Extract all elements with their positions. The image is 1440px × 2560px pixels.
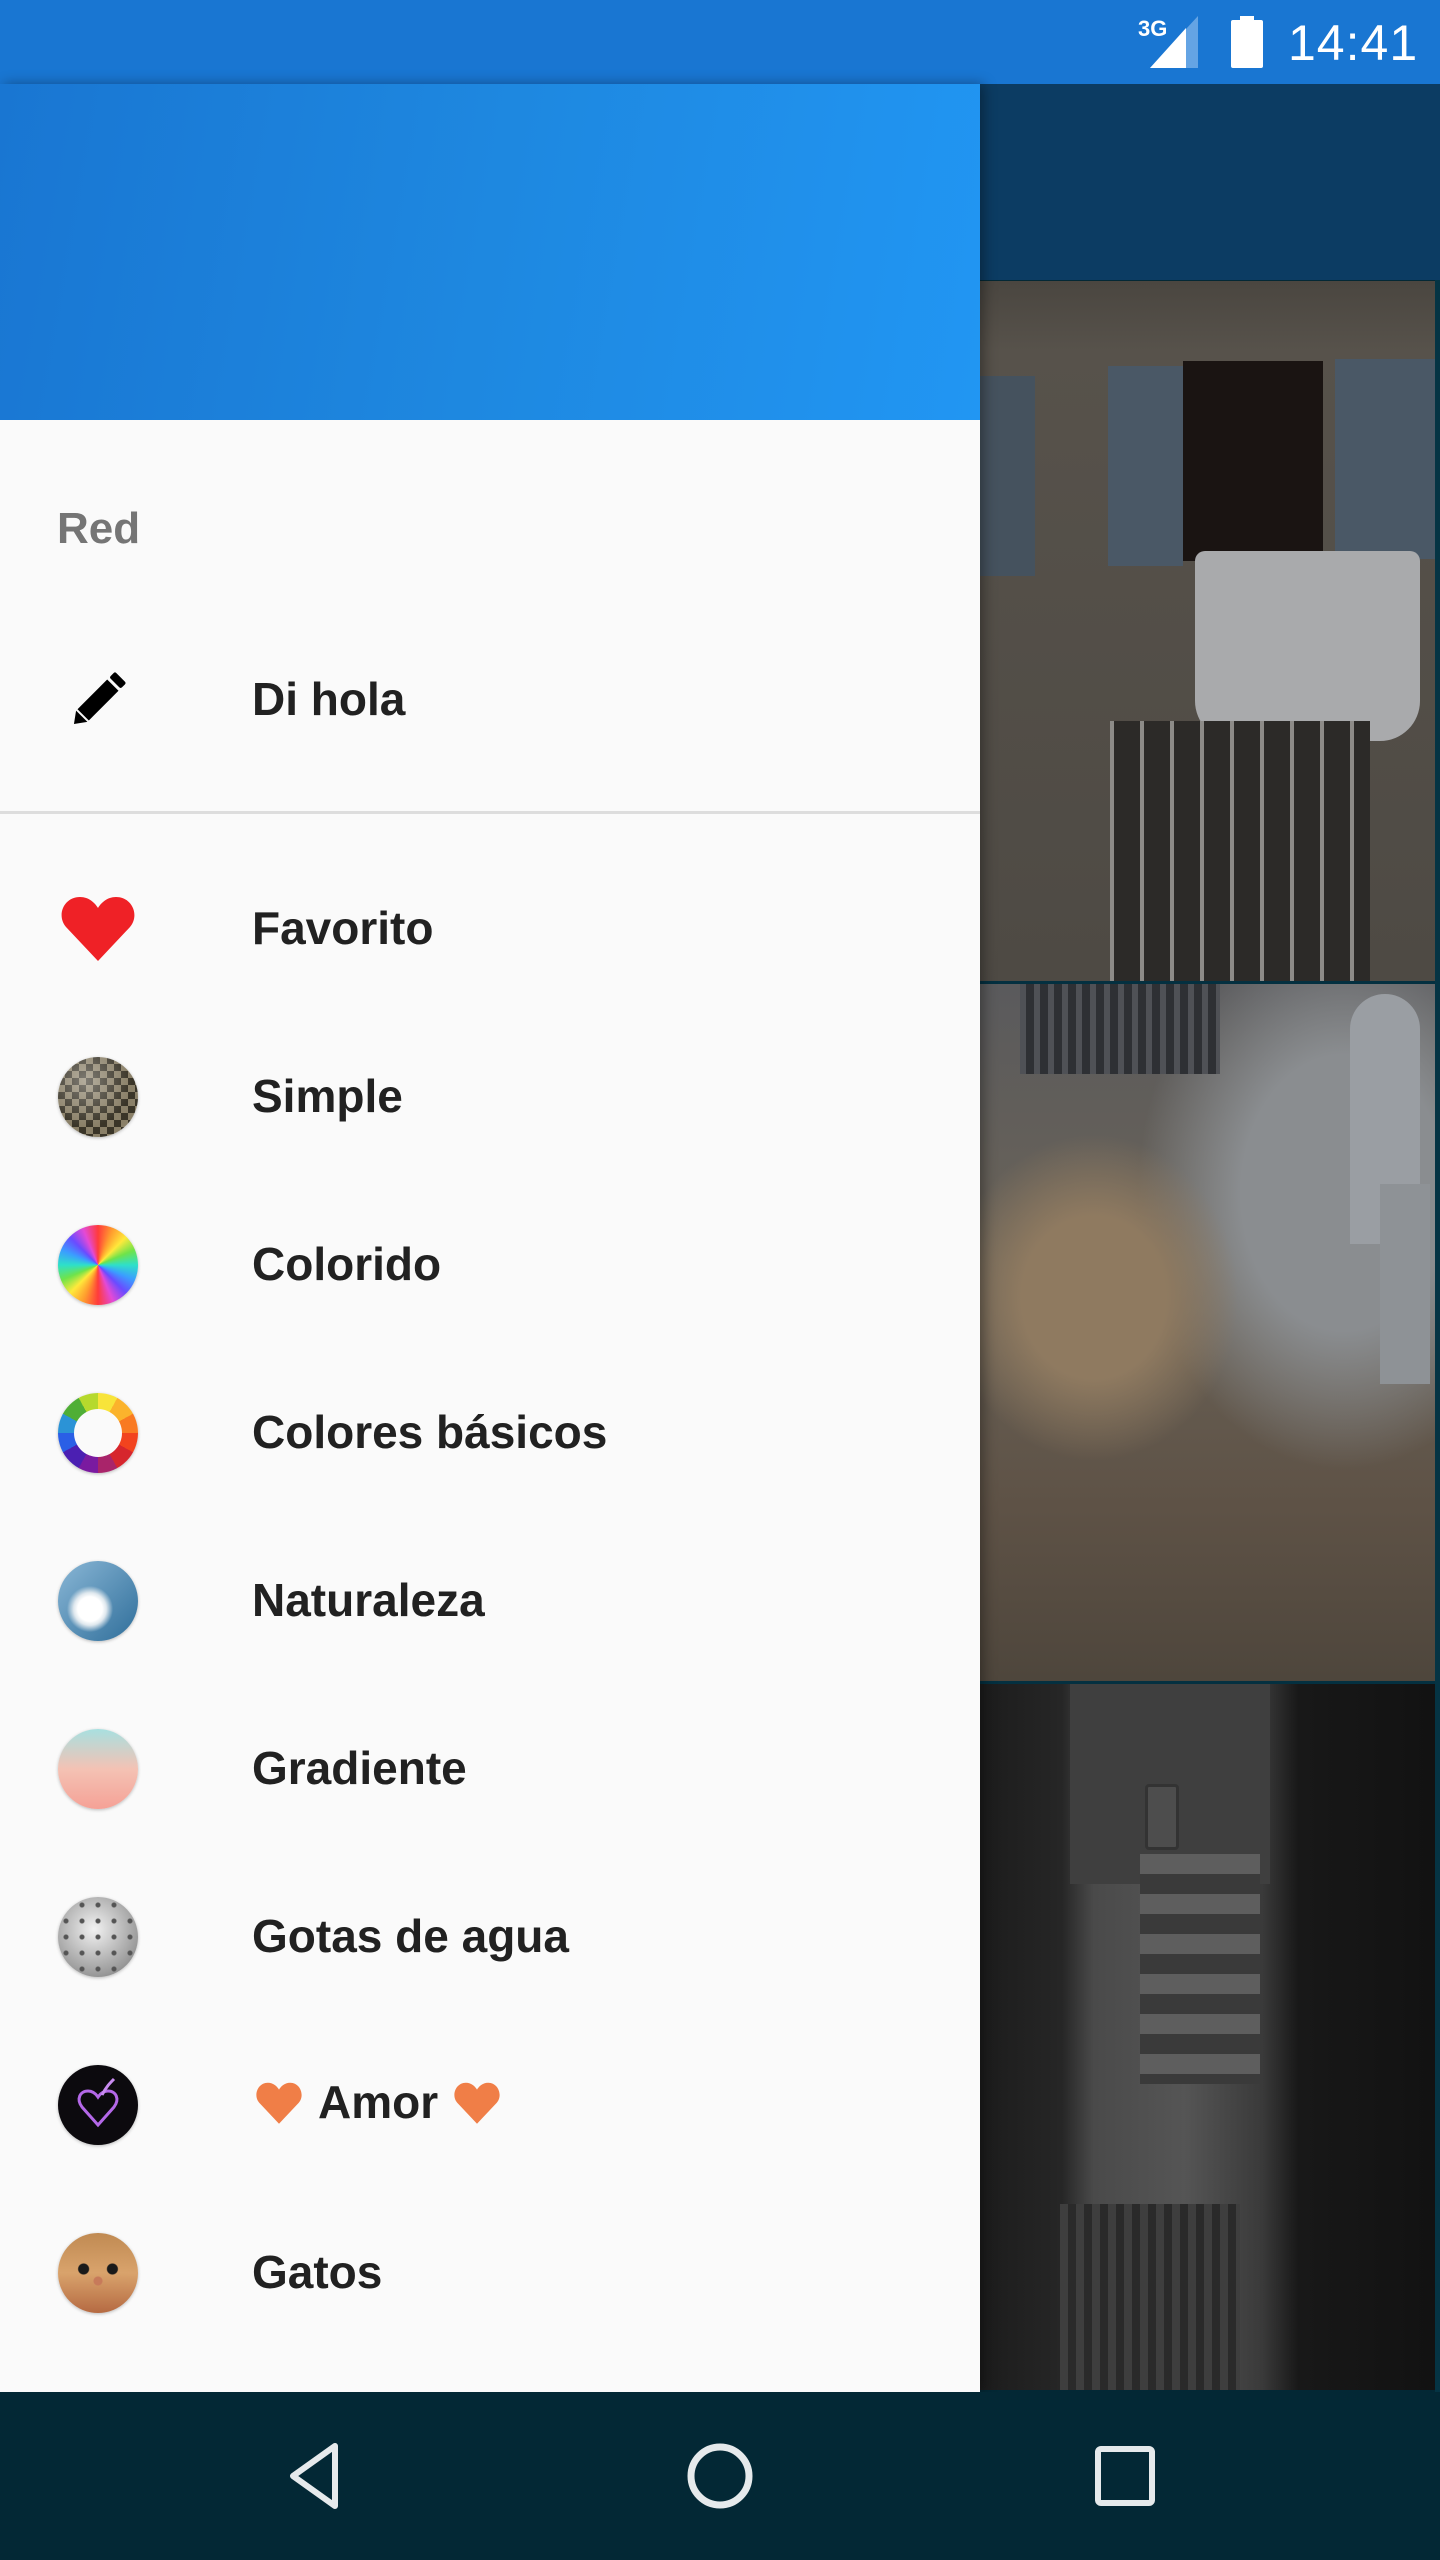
pencil-icon	[73, 672, 126, 725]
scrollbar-track	[1435, 280, 1440, 2392]
drawer-item-favorito[interactable]: Favorito	[0, 845, 980, 1013]
drawer-item-colorido[interactable]: Colorido	[0, 1181, 980, 1349]
navigation-drawer: Red Di hola Favorito Simple Colorido Col…	[0, 84, 980, 2392]
cat-icon	[58, 2233, 138, 2313]
battery-full-icon	[1231, 16, 1263, 68]
drawer-item-colores-basicos[interactable]: Colores básicos	[0, 1349, 980, 1517]
drawer-item-gradiente[interactable]: Gradiente	[0, 1685, 980, 1853]
photo-tile-facade[interactable]	[980, 281, 1435, 981]
heart-emoji	[256, 2082, 302, 2124]
drawer-item-label-row: Amor	[254, 2075, 502, 2129]
drawer-header	[0, 84, 980, 420]
drawer-item-naturaleza[interactable]: Naturaleza	[0, 1517, 980, 1685]
texture-ball-icon	[58, 1057, 138, 1137]
divider	[0, 811, 980, 814]
rainbow-swirl-icon	[58, 1225, 138, 1305]
drawer-item-label: Naturaleza	[252, 1574, 485, 1626]
water-drops-icon	[58, 1897, 138, 1977]
back-triangle-icon	[290, 2443, 338, 2509]
section-label: Red	[57, 504, 141, 553]
drawer-item-label: Amor	[318, 2076, 439, 2128]
drawer-item-amor[interactable]: Amor	[0, 2021, 980, 2189]
color-wheel-icon	[58, 1393, 138, 1473]
recents-button[interactable]	[1085, 2436, 1165, 2516]
heart-emoji	[454, 2082, 500, 2124]
home-button[interactable]	[680, 2436, 760, 2516]
drawer-item-label: Colores básicos	[252, 1406, 608, 1458]
app-toolbar	[980, 84, 1440, 280]
status-bar: 3G 14:41	[0, 0, 1440, 84]
system-navigation-bar	[0, 2392, 1440, 2560]
drawer-item-label: Colorido	[252, 1238, 442, 1290]
drawer-item-simple[interactable]: Simple	[0, 1013, 980, 1181]
photo-tile-street[interactable]	[980, 1684, 1435, 2390]
drawer-item-label: Gatos	[252, 2246, 383, 2298]
drawer-item-label: Simple	[252, 1070, 403, 1122]
drawer-item-label: Gradiente	[252, 1742, 467, 1794]
drawer-item-label: Di hola	[252, 673, 406, 725]
dandelion-icon	[58, 1561, 138, 1641]
clock: 14:41	[1288, 15, 1419, 71]
drawer-item-di-hola[interactable]: Di hola	[0, 616, 980, 784]
cellular-signal-icon	[1150, 16, 1198, 68]
drawer-item-gotas-de-agua[interactable]: Gotas de agua	[0, 1853, 980, 2021]
photo-tile-church[interactable]	[980, 984, 1435, 1681]
purple-heart-icon	[58, 2065, 138, 2145]
home-circle-icon	[687, 2443, 753, 2509]
recents-square-icon	[1095, 2446, 1155, 2506]
drawer-item-label: Favorito	[252, 902, 434, 954]
heart-icon	[61, 897, 135, 961]
drawer-item-gatos[interactable]: Gatos	[0, 2189, 980, 2357]
back-button[interactable]	[275, 2436, 355, 2516]
drawer-item-label: Gotas de agua	[252, 1910, 569, 1962]
gradient-ball-icon	[58, 1729, 138, 1809]
